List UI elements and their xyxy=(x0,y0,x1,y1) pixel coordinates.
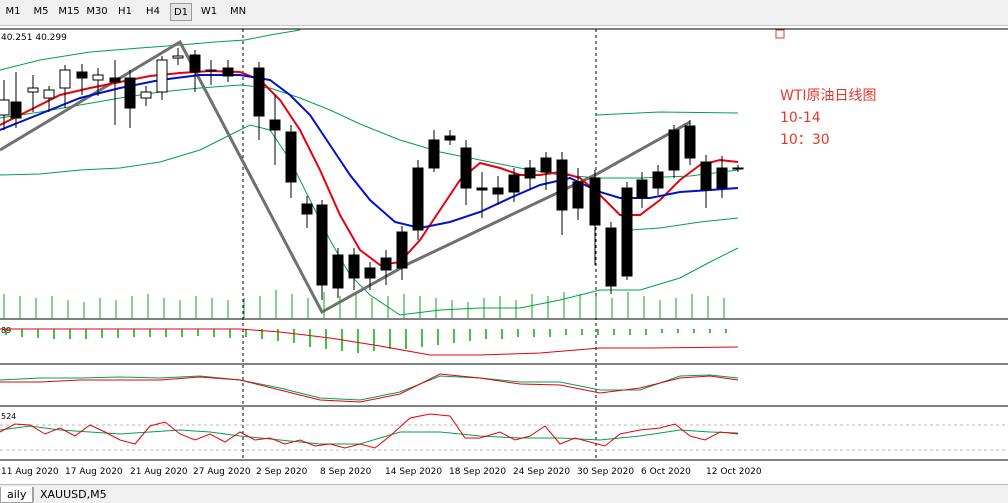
candlestick xyxy=(172,55,184,59)
candlestick xyxy=(684,125,696,159)
annotation-date: 10-14 xyxy=(780,110,821,126)
annotation-title: WTI原油日线图 xyxy=(780,88,877,104)
tab-daily[interactable]: aily xyxy=(0,487,34,503)
chart-tab-bar: aily XAUUSD,M5 xyxy=(0,484,1008,503)
date-axis-label: 24 Sep 2020 xyxy=(513,467,570,477)
candlestick xyxy=(716,167,728,189)
date-axis-label: 17 Aug 2020 xyxy=(65,467,123,477)
candlestick xyxy=(732,167,744,170)
candlestick xyxy=(636,179,648,199)
date-axis-label: 18 Sep 2020 xyxy=(449,467,506,477)
candlestick xyxy=(205,69,217,72)
candlestick xyxy=(59,69,71,89)
date-axis-label: 12 Oct 2020 xyxy=(706,467,762,477)
candlestick xyxy=(380,257,392,271)
candlestick xyxy=(652,171,664,189)
candlestick xyxy=(589,177,601,226)
candlestick xyxy=(332,254,344,289)
date-axis-label: 6 Oct 2020 xyxy=(641,467,691,477)
candlestick xyxy=(124,77,136,109)
candlestick xyxy=(253,67,265,117)
date-axis-label: 14 Sep 2020 xyxy=(385,467,442,477)
tab-xauusd-m5[interactable]: XAUUSD,M5 xyxy=(33,487,113,502)
timeframe-toolbar: M1 M5 M15 M30 H1 H4 D1 W1 MN xyxy=(0,0,1008,26)
price-chart[interactable]: 40.251 40.2998952411 Aug 202017 Aug 2020… xyxy=(0,26,1008,484)
timeframe-m1-button[interactable]: M1 xyxy=(1,3,25,21)
timeframe-m15-button[interactable]: M15 xyxy=(57,3,81,21)
candlestick xyxy=(140,91,152,99)
timeframe-m30-button[interactable]: M30 xyxy=(84,3,110,21)
candlestick xyxy=(621,187,633,277)
candlestick xyxy=(10,101,22,119)
date-axis-label: 21 Aug 2020 xyxy=(130,467,188,477)
candlestick xyxy=(92,74,104,81)
date-axis-label: 8 Sep 2020 xyxy=(320,467,372,477)
candlestick xyxy=(396,231,408,269)
timeframe-d1-button[interactable]: D1 xyxy=(170,3,192,21)
timeframe-w1-button[interactable]: W1 xyxy=(197,3,221,21)
candlestick xyxy=(27,87,39,93)
candlestick xyxy=(508,174,520,193)
date-axis-label: 11 Aug 2020 xyxy=(1,467,59,477)
candlestick xyxy=(316,204,328,286)
candlestick xyxy=(540,157,552,173)
annotation-time: 10：30 xyxy=(780,132,830,148)
candlestick xyxy=(76,71,88,79)
timeframe-h4-button[interactable]: H4 xyxy=(142,3,164,21)
date-axis-label: 30 Sep 2020 xyxy=(577,467,634,477)
candlestick xyxy=(444,135,456,141)
candlestick xyxy=(222,67,234,77)
date-axis-label: 2 Sep 2020 xyxy=(256,467,308,477)
candlestick xyxy=(0,99,10,116)
candlestick xyxy=(700,161,712,191)
candlestick xyxy=(348,254,360,279)
candlestick xyxy=(269,119,281,131)
date-axis-label: 27 Aug 2020 xyxy=(193,467,251,477)
candlestick xyxy=(460,147,472,189)
timeframe-h1-button[interactable]: H1 xyxy=(114,3,136,21)
candlestick xyxy=(556,159,568,211)
indicator-3-label: 524 xyxy=(1,412,16,421)
candlestick xyxy=(428,139,440,169)
candlestick xyxy=(285,131,297,183)
candlestick xyxy=(109,77,121,83)
candlestick xyxy=(668,129,680,171)
candlestick xyxy=(301,203,313,215)
candlestick xyxy=(476,187,488,191)
timeframe-mn-button[interactable]: MN xyxy=(226,3,250,21)
candlestick xyxy=(364,267,376,279)
candlestick xyxy=(43,89,55,99)
timeframe-m5-button[interactable]: M5 xyxy=(28,3,54,21)
candlestick xyxy=(189,54,201,73)
candlestick xyxy=(412,167,424,231)
price-readout: 40.251 40.299 xyxy=(1,33,67,43)
candlestick xyxy=(492,187,504,195)
candlestick xyxy=(524,167,536,179)
candlestick xyxy=(156,59,168,93)
candlestick xyxy=(572,181,584,209)
candlestick xyxy=(605,227,617,287)
